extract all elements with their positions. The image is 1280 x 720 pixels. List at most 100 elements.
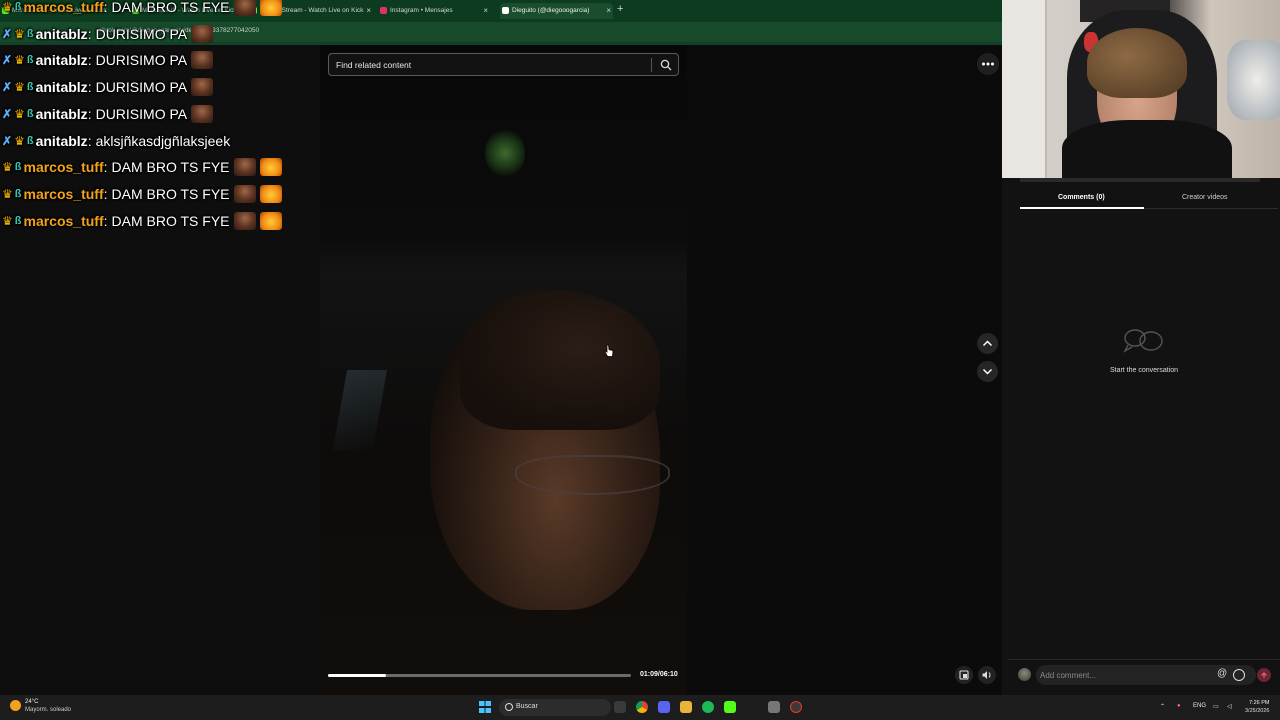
tray-overflow-icon[interactable]: ⌃ <box>1160 703 1165 710</box>
network-icon[interactable]: ▭ <box>1213 703 1219 710</box>
clock-date[interactable]: 3/25/2026 <box>1245 708 1269 714</box>
browser-tab-label: Instagram • Mensajes <box>390 7 453 14</box>
browser-tab[interactable]: Instagram • Mensajes × <box>378 3 490 19</box>
chat-username[interactable]: anitablz <box>36 106 88 122</box>
task-view-icon[interactable] <box>614 701 626 713</box>
crown-badge-icon: ♛ <box>2 186 13 201</box>
money-emote-icon <box>259 211 282 230</box>
next-video-button[interactable] <box>977 361 998 382</box>
more-options-button[interactable] <box>977 53 999 75</box>
previous-video-button[interactable] <box>977 333 998 354</box>
person-emote-icon <box>191 78 214 97</box>
crown-badge-icon: ♛ <box>2 160 13 175</box>
sub-badge-icon: ß <box>26 54 34 67</box>
video-scene-glasses <box>515 455 670 495</box>
chat-message-text: DAM BRO TS FYE <box>111 0 230 15</box>
chevron-down-icon <box>982 368 993 375</box>
tab-creator-videos[interactable]: Creator videos <box>1182 194 1228 201</box>
chat-username[interactable]: anitablz <box>36 79 88 95</box>
sub-badge-icon: ß <box>26 134 34 147</box>
mention-icon[interactable]: @ <box>1217 668 1227 679</box>
discord-icon[interactable] <box>658 701 670 713</box>
person-emote-icon <box>233 0 256 16</box>
weather-description[interactable]: Mayorm. soleado <box>25 707 71 713</box>
comment-input[interactable] <box>1040 665 1210 685</box>
comment-input-container: @ <box>1036 665 1256 685</box>
chat-message: ♛ ß marcos_tuff: DAM BRO TS FYE <box>2 0 282 18</box>
microphone-icon[interactable]: ● <box>1177 703 1181 709</box>
browser-tab[interactable]: Dieguito (@diegooogarcia) × <box>500 3 613 19</box>
pen-tool-icon[interactable] <box>768 701 780 713</box>
chat-message-text: DURISIMO PA <box>95 79 188 96</box>
person-emote-icon <box>233 184 256 203</box>
search-icon <box>505 703 513 711</box>
volume-icon[interactable]: ◁ <box>1227 703 1232 710</box>
active-tab-indicator <box>1020 207 1144 209</box>
new-tab-button[interactable]: + <box>617 3 623 15</box>
video-progress-bar[interactable] <box>328 674 631 677</box>
tab-comments[interactable]: Comments (0) <box>1058 194 1105 201</box>
person-emote-icon <box>191 104 214 123</box>
video-scene-light <box>485 128 525 178</box>
sword-badge-icon: ✗ <box>2 26 13 41</box>
post-comment-button[interactable] <box>1257 668 1271 682</box>
chat-username[interactable]: anitablz <box>36 26 88 42</box>
search-icon[interactable] <box>660 59 672 71</box>
webcam-streamer-hoodie <box>1062 120 1232 178</box>
windows-start-icon[interactable] <box>479 701 491 713</box>
chat-username[interactable]: marcos_tuff <box>24 159 104 175</box>
crown-badge-icon: ♛ <box>14 26 25 41</box>
chat-username[interactable]: anitablz <box>36 133 88 149</box>
sub-badge-icon: ß <box>26 27 34 40</box>
picture-in-picture-icon <box>959 670 969 680</box>
chat-username[interactable]: marcos_tuff <box>24 213 104 229</box>
chat-username[interactable]: marcos_tuff <box>24 0 104 15</box>
chat-username[interactable]: marcos_tuff <box>24 186 104 202</box>
close-icon[interactable]: × <box>606 3 611 19</box>
money-emote-icon <box>259 158 282 177</box>
comment-bar-divider <box>1008 659 1280 660</box>
chat-message-text: aklsjñkasdjgñlaksjeek <box>95 132 231 149</box>
webcam-streamer-hair <box>1087 28 1187 98</box>
sword-badge-icon: ✗ <box>2 106 13 121</box>
weather-sun-icon[interactable] <box>10 700 21 711</box>
clock-time[interactable]: 7:26 PM <box>1249 700 1269 706</box>
speaker-icon <box>982 671 991 679</box>
file-explorer-icon[interactable] <box>680 701 692 713</box>
instagram-icon <box>380 7 387 14</box>
chat-message: ✗ ♛ ß anitablz: aklsjñkasdjgñlaksjeek <box>2 130 230 152</box>
chat-message: ✗ ♛ ß anitablz: DURISIMO PA <box>2 23 214 45</box>
chat-message-text: DURISIMO PA <box>95 105 188 122</box>
person-emote-icon <box>191 24 214 43</box>
language-indicator[interactable]: ENG <box>1193 703 1206 709</box>
emoji-icon[interactable] <box>1233 669 1245 681</box>
chrome-icon[interactable] <box>636 701 648 713</box>
chat-message: ✗ ♛ ß anitablz: DURISIMO PA <box>2 76 214 98</box>
chat-separator: : <box>103 185 108 202</box>
taskbar-search[interactable]: Buscar <box>499 699 611 716</box>
spotify-icon[interactable] <box>702 701 714 713</box>
crown-badge-icon: ♛ <box>14 53 25 68</box>
weather-temperature[interactable]: 24°C <box>25 699 38 705</box>
webcam-overlay <box>1002 0 1280 178</box>
chat-username[interactable]: anitablz <box>36 52 88 68</box>
obs-icon[interactable] <box>790 701 802 713</box>
related-search-input[interactable] <box>336 54 646 75</box>
chat-separator: : <box>87 79 92 96</box>
sword-badge-icon: ✗ <box>2 80 13 95</box>
chat-message: ♛ ß marcos_tuff: DAM BRO TS FYE <box>2 183 282 205</box>
kick-icon[interactable] <box>724 701 736 713</box>
chat-message-text: DAM BRO TS FYE <box>111 159 230 176</box>
browser-tab-label: Dieguito (@diegooogarcia) <box>512 7 590 14</box>
money-emote-icon <box>259 0 282 16</box>
copy-link-strip <box>1020 178 1260 182</box>
volume-button[interactable] <box>978 666 996 684</box>
chat-separator: : <box>103 159 108 176</box>
person-emote-icon <box>233 211 256 230</box>
chevron-up-icon <box>982 340 993 347</box>
chat-message: ♛ ß marcos_tuff: DAM BRO TS FYE <box>2 210 282 232</box>
float-player-button[interactable] <box>955 666 973 684</box>
close-icon[interactable]: × <box>366 3 371 19</box>
empty-comments-text: Start the conversation <box>1109 367 1179 374</box>
close-icon[interactable]: × <box>483 3 488 19</box>
